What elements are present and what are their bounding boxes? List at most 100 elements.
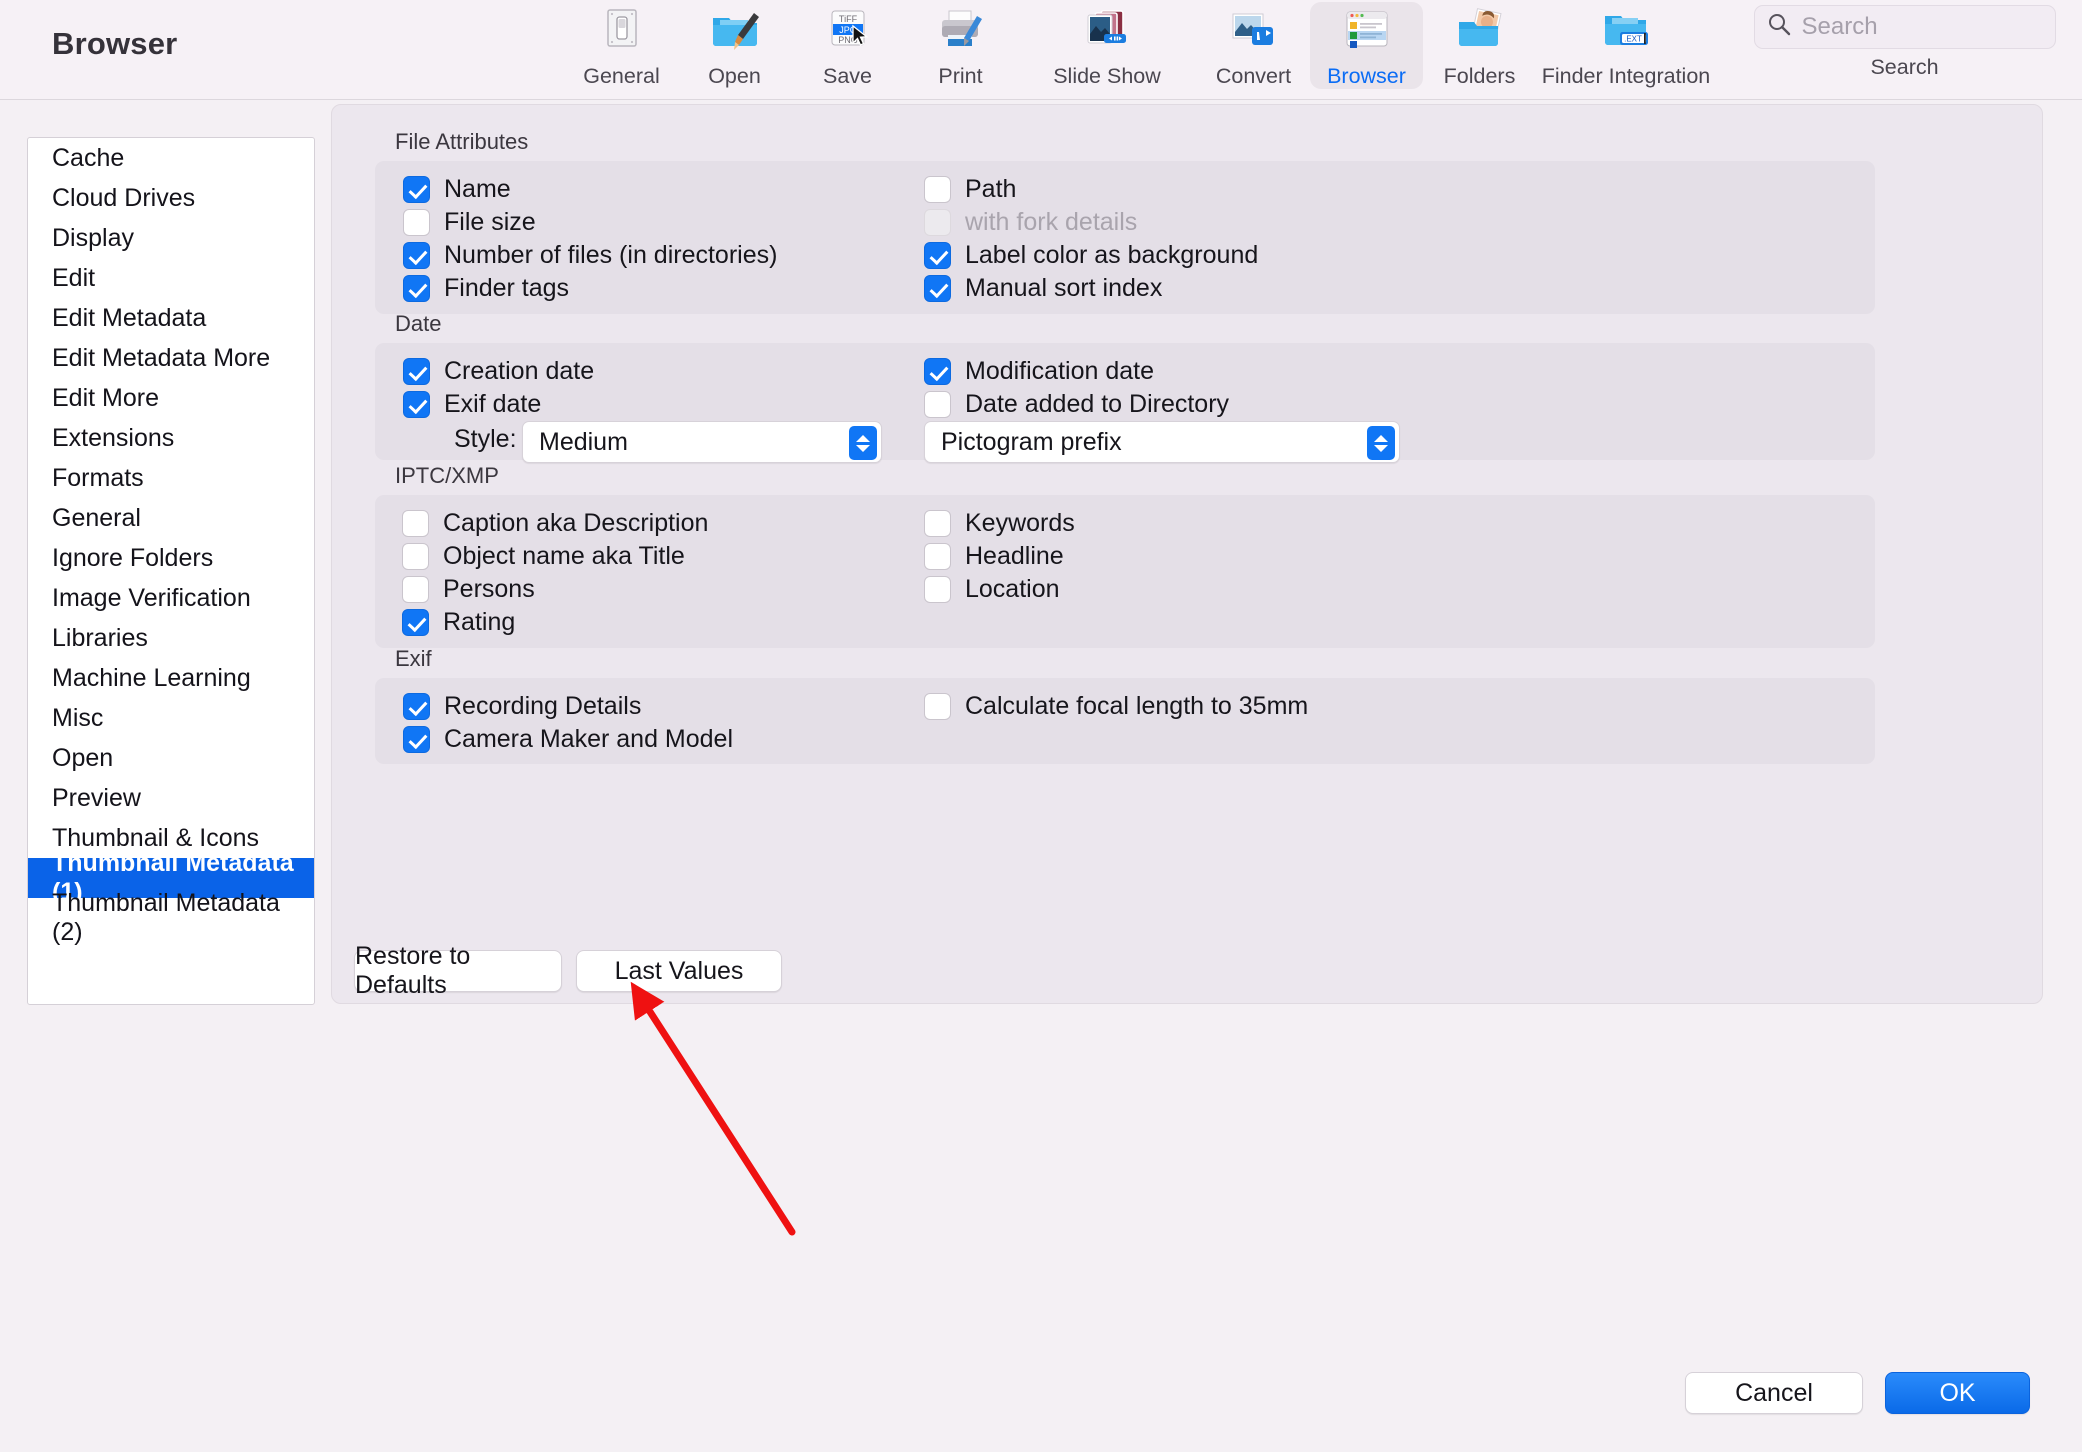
sidebar-item[interactable]: Preview	[28, 778, 314, 818]
sidebar-item[interactable]: Formats	[28, 458, 314, 498]
checkbox-label: Location	[965, 575, 1060, 603]
chevron-updown-icon[interactable]	[1367, 426, 1395, 460]
pictogram-prefix-select[interactable]: Pictogram prefix	[924, 421, 1400, 463]
checkbox-box[interactable]	[403, 726, 430, 753]
toolbar-item-folders[interactable]: Folders	[1423, 2, 1536, 89]
sidebar-item-label: Open	[52, 743, 114, 772]
checkbox-keywords[interactable]: Keywords	[924, 509, 1075, 538]
checkbox-calculate-focal-length-35mm[interactable]: Calculate focal length to 35mm	[924, 692, 1308, 721]
checkbox-box[interactable]	[403, 391, 430, 418]
sidebar-item[interactable]: Edit Metadata More	[28, 338, 314, 378]
toolbar-item-save[interactable]: TiFF JPG PNG Save	[791, 2, 904, 89]
checkbox-box[interactable]	[924, 576, 951, 603]
last-values-button[interactable]: Last Values	[576, 950, 782, 992]
checkbox-recording-details[interactable]: Recording Details	[403, 692, 641, 721]
sidebar-item[interactable]: Edit	[28, 258, 314, 298]
checkbox-box[interactable]	[924, 693, 951, 720]
sidebar-item-label: Formats	[52, 463, 144, 492]
sidebar-item[interactable]: Cache	[28, 138, 314, 178]
checkbox-box[interactable]	[924, 275, 951, 302]
sidebar-item[interactable]: Display	[28, 218, 314, 258]
toolbar-item-general[interactable]: General	[565, 2, 678, 89]
checkbox-box[interactable]	[403, 176, 430, 203]
checkbox-box[interactable]	[403, 275, 430, 302]
checkbox-label-color-as-background[interactable]: Label color as background	[924, 241, 1258, 270]
checkbox-object-name-aka-title[interactable]: Object name aka Title	[402, 542, 685, 571]
date-style-select[interactable]: Medium	[522, 421, 882, 463]
checkbox-path[interactable]: Path	[924, 175, 1016, 204]
checkbox-file-size[interactable]: File size	[403, 208, 536, 237]
checkbox-persons[interactable]: Persons	[402, 575, 535, 604]
checkbox-box[interactable]	[402, 609, 429, 636]
toolbar-item-open[interactable]: Open	[678, 2, 791, 89]
sidebar-item-label: Misc	[52, 703, 104, 732]
sidebar-item[interactable]: Cloud Drives	[28, 178, 314, 218]
checkbox-box[interactable]	[924, 510, 951, 537]
toolbar-item-label: Slide Show	[1053, 64, 1161, 88]
checkbox-number-of-files[interactable]: Number of files (in directories)	[403, 241, 777, 270]
toolbar-item-browser[interactable]: Browser	[1310, 2, 1423, 89]
checkbox-exif-date[interactable]: Exif date	[403, 390, 541, 419]
checkbox-manual-sort-index[interactable]: Manual sort index	[924, 274, 1162, 303]
search-input[interactable]: Search	[1753, 5, 2056, 49]
checkbox-date-added-to-directory[interactable]: Date added to Directory	[924, 390, 1229, 419]
sidebar-item[interactable]: Misc	[28, 698, 314, 738]
sidebar-item[interactable]: Libraries	[28, 618, 314, 658]
checkbox-label: Keywords	[965, 509, 1075, 537]
sidebar-item[interactable]: Edit More	[28, 378, 314, 418]
svg-text:TiFF: TiFF	[838, 14, 857, 24]
sidebar-item-label: Image Verification	[52, 583, 251, 612]
sidebar-item[interactable]: Edit Metadata	[28, 298, 314, 338]
checkbox-camera-maker-and-model[interactable]: Camera Maker and Model	[403, 725, 733, 754]
checkbox-box[interactable]	[924, 543, 951, 570]
chevron-updown-icon[interactable]	[849, 426, 877, 460]
checkbox-creation-date[interactable]: Creation date	[403, 357, 594, 386]
sidebar-item[interactable]: General	[28, 498, 314, 538]
search-icon	[1767, 12, 1792, 42]
checkbox-finder-tags[interactable]: Finder tags	[403, 274, 569, 303]
checkbox-box[interactable]	[403, 693, 430, 720]
toolbar-item-label: Open	[708, 64, 761, 88]
search-caption: Search	[1870, 55, 1939, 79]
group-body: Recording Details Camera Maker and Model…	[375, 678, 1875, 764]
search-placeholder: Search	[1801, 13, 1878, 40]
checkbox-box[interactable]	[924, 242, 951, 269]
checkbox-name[interactable]: Name	[403, 175, 511, 204]
checkbox-label: Label color as background	[965, 241, 1259, 269]
checkbox-box[interactable]	[402, 510, 429, 537]
sidebar-item[interactable]: Thumbnail Metadata (2)	[28, 889, 314, 946]
sidebar-item[interactable]: Machine Learning	[28, 658, 314, 698]
toolbar-item-slide-show[interactable]: Slide Show	[1017, 2, 1197, 89]
checkbox-box[interactable]	[924, 176, 951, 203]
checkbox-box[interactable]	[402, 543, 429, 570]
checkbox-caption-aka-description[interactable]: Caption aka Description	[402, 509, 708, 538]
sidebar-item[interactable]: Open	[28, 738, 314, 778]
checkbox-label: Persons	[443, 575, 535, 603]
toolbar-item-print[interactable]: Print	[904, 2, 1017, 89]
toolbar-item-convert[interactable]: Convert	[1197, 2, 1310, 89]
sidebar-item[interactable]: Image Verification	[28, 578, 314, 618]
checkbox-modification-date[interactable]: Modification date	[924, 357, 1154, 386]
toolbar: Browser General Open TiFF JPG PNG Save P…	[0, 0, 2082, 100]
checkbox-box[interactable]	[402, 576, 429, 603]
settings-sidebar[interactable]: Cache Cloud Drives Display Edit Edit Metadat…	[27, 137, 315, 1005]
checkbox-label: Name	[444, 175, 511, 203]
checkbox-label: Creation date	[444, 357, 595, 385]
checkbox-box[interactable]	[403, 358, 430, 385]
checkbox-box[interactable]	[403, 242, 430, 269]
toolbar-item-finder-integration[interactable]: .EXT Finder Integration	[1536, 2, 1716, 89]
checkbox-box[interactable]	[924, 391, 951, 418]
sidebar-item[interactable]: Ignore Folders	[28, 538, 314, 578]
checkbox-headline[interactable]: Headline	[924, 542, 1064, 571]
checkbox-box[interactable]	[924, 358, 951, 385]
cancel-button[interactable]: Cancel	[1685, 1372, 1863, 1414]
sidebar-item[interactable]: Extensions	[28, 418, 314, 458]
toolbar-item-label: Print	[938, 64, 983, 88]
restore-to-defaults-button[interactable]: Restore to Defaults	[354, 942, 562, 999]
group-exif: Exif Recording Details Camera Maker and …	[375, 646, 1875, 764]
checkbox-label: Finder tags	[444, 274, 570, 302]
checkbox-box[interactable]	[403, 209, 430, 236]
checkbox-location[interactable]: Location	[924, 575, 1060, 604]
ok-button[interactable]: OK	[1885, 1372, 2030, 1414]
checkbox-rating[interactable]: Rating	[402, 608, 515, 637]
